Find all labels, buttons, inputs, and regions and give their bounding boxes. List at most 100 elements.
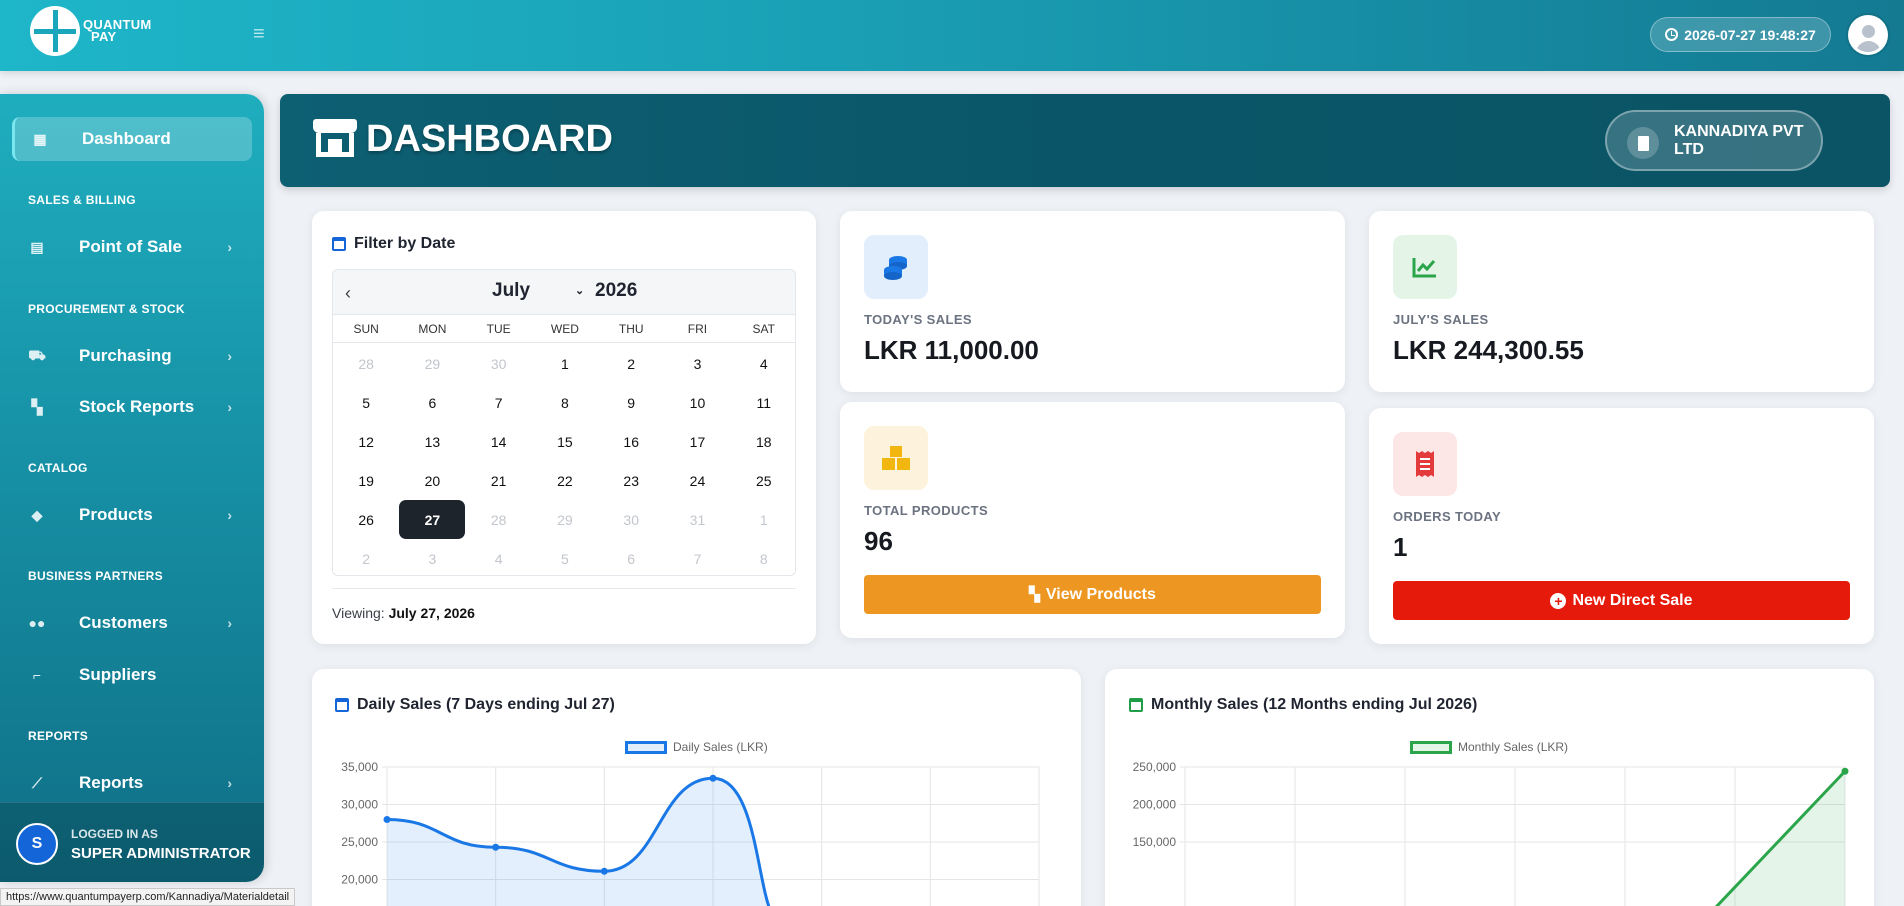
- monthly-sales-chart: 250,000 200,000 150,000: [1133, 760, 1849, 906]
- sidebar-item-purchasing[interactable]: ⛟ Purchasing ›: [12, 334, 252, 378]
- sidebar-item-customers[interactable]: ●● Customers ›: [12, 601, 252, 645]
- calendar-day[interactable]: 16: [598, 422, 664, 461]
- logged-in-name: SUPER ADMINISTRATOR: [71, 845, 251, 862]
- new-direct-sale-label: New Direct Sale: [1572, 591, 1693, 609]
- menu-toggle-icon[interactable]: ≡: [253, 24, 265, 44]
- view-products-button[interactable]: ▚ View Products: [864, 575, 1321, 614]
- calendar-day-number: 19: [358, 472, 374, 489]
- data-point[interactable]: [492, 843, 500, 851]
- calendar-day[interactable]: 26: [333, 500, 399, 539]
- calendar-day[interactable]: 19: [333, 461, 399, 500]
- calendar-day[interactable]: 14: [466, 422, 532, 461]
- calendar-day[interactable]: 7: [664, 539, 730, 575]
- calendar-day[interactable]: 11: [731, 383, 795, 422]
- data-point[interactable]: [600, 867, 608, 875]
- month-select[interactable]: July: [492, 280, 530, 302]
- chevron-down-icon[interactable]: ⌄: [575, 284, 584, 297]
- new-direct-sale-button[interactable]: + New Direct Sale: [1393, 581, 1850, 620]
- daily-sales-title: Daily Sales (7 Days ending Jul 27): [335, 696, 615, 714]
- calendar-day[interactable]: 9: [598, 383, 664, 422]
- orders-today-value: 1: [1393, 532, 1408, 562]
- calendar-day[interactable]: 15: [532, 422, 598, 461]
- sidebar-item-label: Customers: [79, 613, 168, 632]
- daily-sales-legend[interactable]: Daily Sales (LKR): [625, 740, 768, 754]
- calendar-day[interactable]: 3: [664, 344, 730, 383]
- calendar-day[interactable]: 18: [731, 422, 795, 461]
- calendar-day[interactable]: 10: [664, 383, 730, 422]
- daily-sales-title-text: Daily Sales (7 Days ending Jul 27): [357, 696, 615, 713]
- calendar-day[interactable]: 29: [532, 500, 598, 539]
- calendar-day[interactable]: 12: [333, 422, 399, 461]
- calendar-day[interactable]: 13: [399, 422, 465, 461]
- brand-logo[interactable]: QUANTUM PAY: [30, 6, 152, 56]
- calendar-day[interactable]: 28: [333, 344, 399, 383]
- calendar-day[interactable]: 2: [333, 539, 399, 575]
- calendar-day[interactable]: 5: [333, 383, 399, 422]
- legend-label: Monthly Sales (LKR): [1458, 740, 1569, 754]
- sidebar-item-products[interactable]: ◆ Products ›: [12, 493, 252, 537]
- year-input[interactable]: 2026: [595, 280, 637, 302]
- calendar-day-number: 26: [358, 511, 374, 528]
- chevron-right-icon: ›: [227, 399, 232, 415]
- monthly-sales-legend[interactable]: Monthly Sales (LKR): [1410, 740, 1568, 754]
- calendar-day[interactable]: 20: [399, 461, 465, 500]
- sidebar-item-stock-reports[interactable]: ▚ Stock Reports ›: [12, 385, 252, 429]
- calendar-day[interactable]: 4: [466, 539, 532, 575]
- calendar-day[interactable]: 6: [598, 539, 664, 575]
- calendar-day[interactable]: 24: [664, 461, 730, 500]
- chevron-left-icon[interactable]: ‹: [345, 283, 351, 304]
- y-tick-label: 35,000: [341, 760, 378, 774]
- sidebar-item-dashboard[interactable]: ▦ Dashboard: [12, 117, 252, 161]
- calendar-day-number: 8: [759, 550, 768, 567]
- calendar-day-selected[interactable]: 27: [399, 500, 466, 539]
- calendar-day-number: 29: [424, 355, 441, 372]
- calendar-day[interactable]: 21: [466, 461, 532, 500]
- calendar-day[interactable]: 31: [664, 500, 730, 539]
- weekday-label: TUE: [486, 322, 511, 336]
- calendar-day-number: 4: [494, 550, 503, 567]
- calendar-day[interactable]: 8: [532, 383, 598, 422]
- calendar-day[interactable]: 7: [466, 383, 532, 422]
- calendar-day[interactable]: 29: [399, 344, 465, 383]
- company-selector[interactable]: KANNADIYA PVT LTD: [1605, 110, 1823, 171]
- sidebar-item-suppliers[interactable]: ⌐ Suppliers: [12, 653, 252, 697]
- users-icon: ●●: [28, 615, 46, 631]
- dolly-icon: ⌐: [32, 667, 42, 683]
- avatar[interactable]: S: [16, 823, 58, 865]
- calendar-day[interactable]: 23: [598, 461, 664, 500]
- data-point[interactable]: [1841, 767, 1849, 775]
- calendar-day[interactable]: 6: [399, 383, 465, 422]
- calendar-day[interactable]: 8: [731, 539, 795, 575]
- sidebar-item-reports[interactable]: ⟋ Reports ›: [12, 761, 252, 805]
- monthly-sales-title-text: Monthly Sales (12 Months ending Jul 2026…: [1151, 696, 1478, 713]
- calendar-day-number: 10: [689, 394, 706, 411]
- calendar-day[interactable]: 3: [399, 539, 465, 575]
- calendar-day[interactable]: 1: [532, 344, 598, 383]
- calendar-day[interactable]: 22: [532, 461, 598, 500]
- weekday-label: FRI: [687, 322, 708, 336]
- sidebar-item-label: Stock Reports: [79, 397, 195, 416]
- calendar-day[interactable]: 28: [466, 500, 532, 539]
- orders-today-card: ORDERS TODAY 1 + New Direct Sale: [1369, 408, 1874, 644]
- calendar-day-number: 9: [627, 394, 636, 411]
- calendar-day[interactable]: 2: [598, 344, 664, 383]
- calendar-day-number: 25: [755, 472, 772, 489]
- calendar-day[interactable]: 17: [664, 422, 730, 461]
- calendar-day[interactable]: 30: [466, 344, 532, 383]
- calendar-day[interactable]: 25: [731, 461, 795, 500]
- month-sales-card: JULY'S SALES LKR 244,300.55: [1369, 211, 1874, 392]
- calendar-day[interactable]: 30: [598, 500, 664, 539]
- calendar-day[interactable]: 5: [532, 539, 598, 575]
- calendar-day[interactable]: 1: [731, 500, 795, 539]
- user-avatar-button[interactable]: [1848, 15, 1888, 55]
- data-point[interactable]: [383, 816, 391, 823]
- calendar-day[interactable]: 4: [731, 344, 795, 383]
- page-header: DASHBOARD KANNADIYA PVT LTD: [280, 94, 1890, 187]
- filter-card-title: Filter by Date: [332, 235, 455, 253]
- sidebar-item-point-of-sale[interactable]: ▤ Point of Sale ›: [12, 225, 252, 269]
- logo-mark-icon: [30, 6, 80, 56]
- calendar-day-number: 14: [490, 433, 507, 450]
- total-products-label: TOTAL PRODUCTS: [864, 503, 989, 518]
- data-point[interactable]: [709, 774, 717, 782]
- viewing-label: Viewing:: [332, 605, 385, 621]
